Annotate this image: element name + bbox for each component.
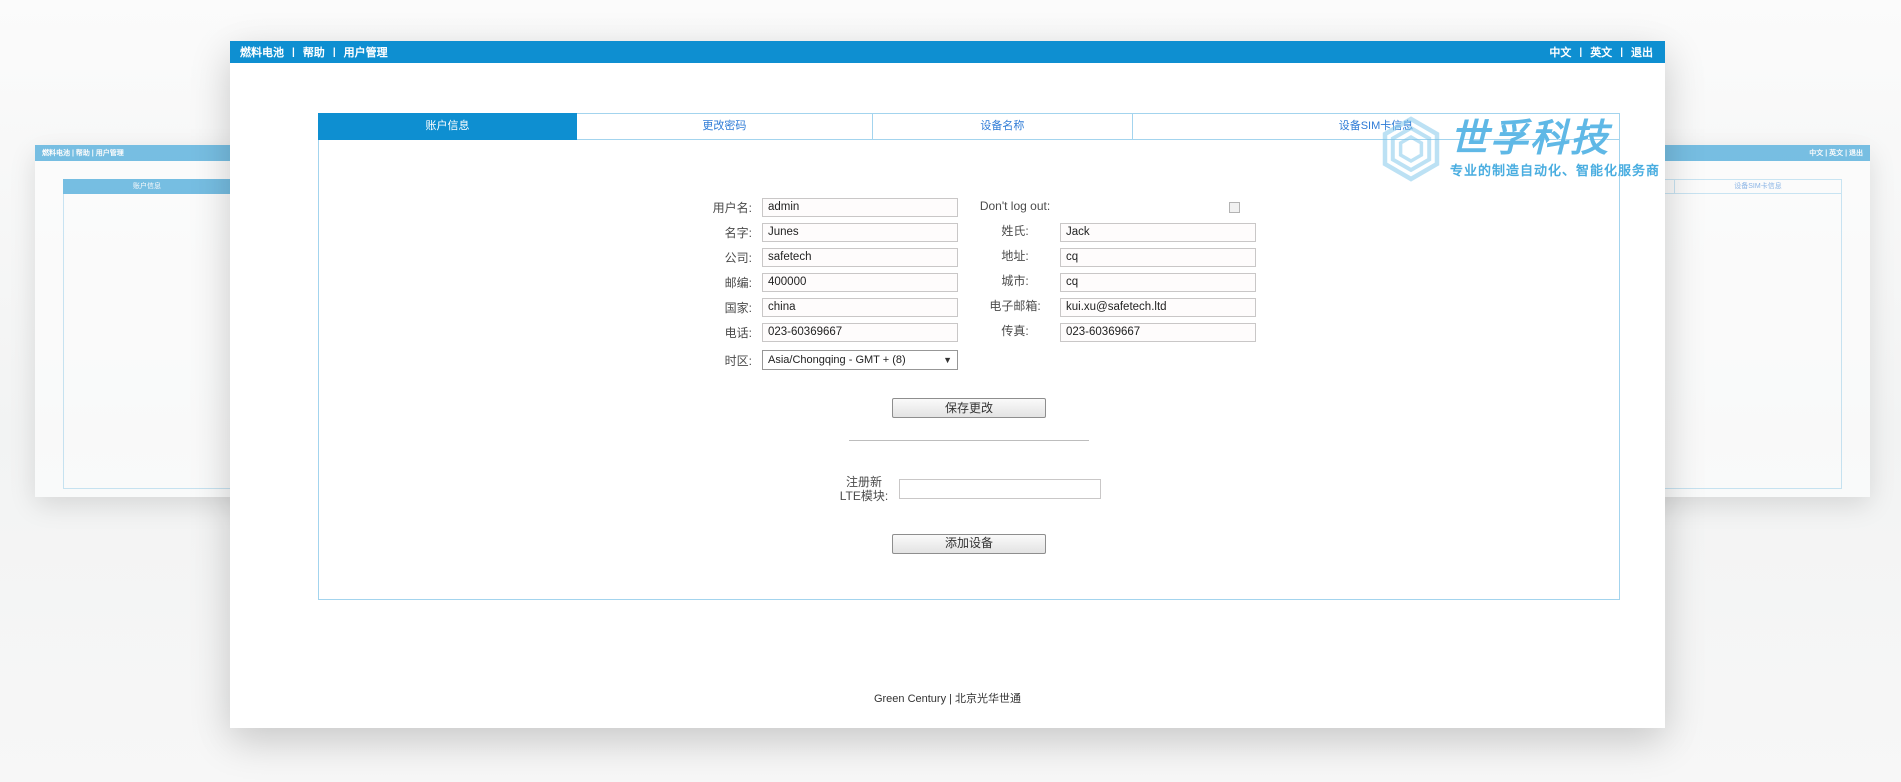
country-input[interactable] bbox=[762, 297, 958, 317]
nav-fuel-cell-link[interactable]: 燃料电池 bbox=[240, 44, 284, 60]
first-name-label: 名字: bbox=[724, 225, 752, 240]
background-right-navbar-text: 中文 | 英文 | 退出 bbox=[1809, 150, 1863, 157]
nav-separator: | bbox=[1620, 46, 1623, 58]
tab-change-password[interactable]: 更改密码 bbox=[577, 113, 873, 140]
timezone-select[interactable]: Asia/Chongqing - GMT + (8) ▼ bbox=[762, 350, 958, 370]
form-row-zip: 邮编: 城市: bbox=[682, 272, 1256, 292]
save-changes-button[interactable]: 保存更改 bbox=[892, 398, 1046, 418]
timezone-selected-value: Asia/Chongqing - GMT + (8) bbox=[768, 354, 906, 366]
nav-help-link[interactable]: 帮助 bbox=[303, 44, 325, 60]
fax-input[interactable] bbox=[1060, 322, 1256, 342]
form-row-timezone: 时区: Asia/Chongqing - GMT + (8) ▼ bbox=[682, 350, 1256, 370]
fax-label: 传真: bbox=[1001, 324, 1029, 339]
address-input[interactable] bbox=[1060, 247, 1256, 267]
navbar-left-group: 燃料电池 | 帮助 | 用户管理 bbox=[240, 44, 388, 60]
register-lte-label: 注册新LTE模块: bbox=[839, 475, 889, 504]
username-label: 用户名: bbox=[712, 200, 752, 215]
tab-bar: 账户信息 更改密码 设备名称 设备SIM卡信息 bbox=[318, 113, 1620, 140]
tab-account-info[interactable]: 账户信息 bbox=[318, 113, 578, 140]
background-right-tab-sim: 设备SIM卡信息 bbox=[1675, 179, 1842, 194]
company-input[interactable] bbox=[762, 247, 958, 267]
dont-log-out-cell bbox=[1060, 201, 1256, 213]
footer-text: Green Century | 北京光华世通 bbox=[873, 693, 1022, 705]
form-row-phone: 电话: 传真: bbox=[682, 322, 1256, 342]
navbar-right-group: 中文 | 英文 | 退出 bbox=[1549, 44, 1653, 60]
nav-logout-link[interactable]: 退出 bbox=[1631, 44, 1653, 60]
phone-label: 电话: bbox=[724, 325, 752, 340]
address-label: 地址: bbox=[1001, 249, 1029, 264]
nav-separator: | bbox=[1579, 46, 1583, 58]
phone-input[interactable] bbox=[762, 322, 958, 342]
dont-log-out-label: Don't log out: bbox=[979, 199, 1051, 214]
first-name-input[interactable] bbox=[762, 222, 958, 242]
email-input[interactable] bbox=[1060, 297, 1256, 317]
form-row-name: 名字: 姓氏: bbox=[682, 222, 1256, 242]
tab-device-sim-info[interactable]: 设备SIM卡信息 bbox=[1133, 113, 1620, 140]
form-row-lte: 注册新LTE模块: bbox=[319, 475, 1619, 504]
username-input[interactable] bbox=[762, 197, 958, 217]
form-row-company: 公司: 地址: bbox=[682, 247, 1256, 267]
tab-device-name[interactable]: 设备名称 bbox=[872, 113, 1134, 140]
section-divider bbox=[849, 440, 1089, 441]
add-device-button[interactable]: 添加设备 bbox=[892, 533, 1046, 554]
background-left-navbar-text: 燃料电池 | 帮助 | 用户管理 bbox=[42, 150, 124, 157]
country-label: 国家: bbox=[724, 300, 752, 315]
background-left-tab-account: 账户信息 bbox=[63, 179, 231, 194]
desktop: 燃料电池 | 帮助 | 用户管理 中文 | 英文 | 退出 账户信息 燃料电池 … bbox=[0, 0, 1901, 782]
nav-user-management-link[interactable]: 用户管理 bbox=[344, 44, 388, 60]
last-name-input[interactable] bbox=[1060, 222, 1256, 242]
nav-separator: | bbox=[292, 46, 295, 58]
content-area: 世孚科技 专业的制造自动化、智能化服务商 账户信息 更改密码 设备名称 设备SI… bbox=[318, 113, 1659, 600]
timezone-label: 时区: bbox=[724, 353, 752, 368]
nav-lang-english-link[interactable]: 英文 bbox=[1590, 44, 1612, 60]
dont-log-out-checkbox[interactable] bbox=[1229, 201, 1240, 213]
register-lte-input[interactable] bbox=[899, 479, 1101, 500]
city-input[interactable] bbox=[1060, 272, 1256, 292]
email-label: 电子邮箱: bbox=[989, 299, 1041, 314]
form-row-username: 用户名: Don't log out: bbox=[682, 197, 1256, 217]
zip-label: 邮编: bbox=[724, 275, 752, 290]
top-navbar: 燃料电池 | 帮助 | 用户管理 中文 | 英文 | 退出 bbox=[230, 41, 1665, 63]
zip-input[interactable] bbox=[762, 272, 958, 292]
nav-lang-chinese-link[interactable]: 中文 bbox=[1549, 44, 1571, 60]
account-info-panel: 用户名: Don't log out: 名字: 姓氏: bbox=[318, 140, 1620, 600]
last-name-label: 姓氏: bbox=[1001, 224, 1029, 239]
chevron-down-icon: ▼ bbox=[943, 355, 952, 365]
form-row-country: 国家: 电子邮箱: bbox=[682, 297, 1256, 317]
city-label: 城市: bbox=[1001, 274, 1029, 289]
main-window: 燃料电池 | 帮助 | 用户管理 中文 | 英文 | 退出 世孚科技 专业的制造… bbox=[230, 41, 1665, 728]
nav-separator: | bbox=[332, 46, 336, 58]
account-form: 用户名: Don't log out: 名字: 姓氏: bbox=[682, 197, 1256, 370]
company-label: 公司: bbox=[724, 250, 752, 265]
